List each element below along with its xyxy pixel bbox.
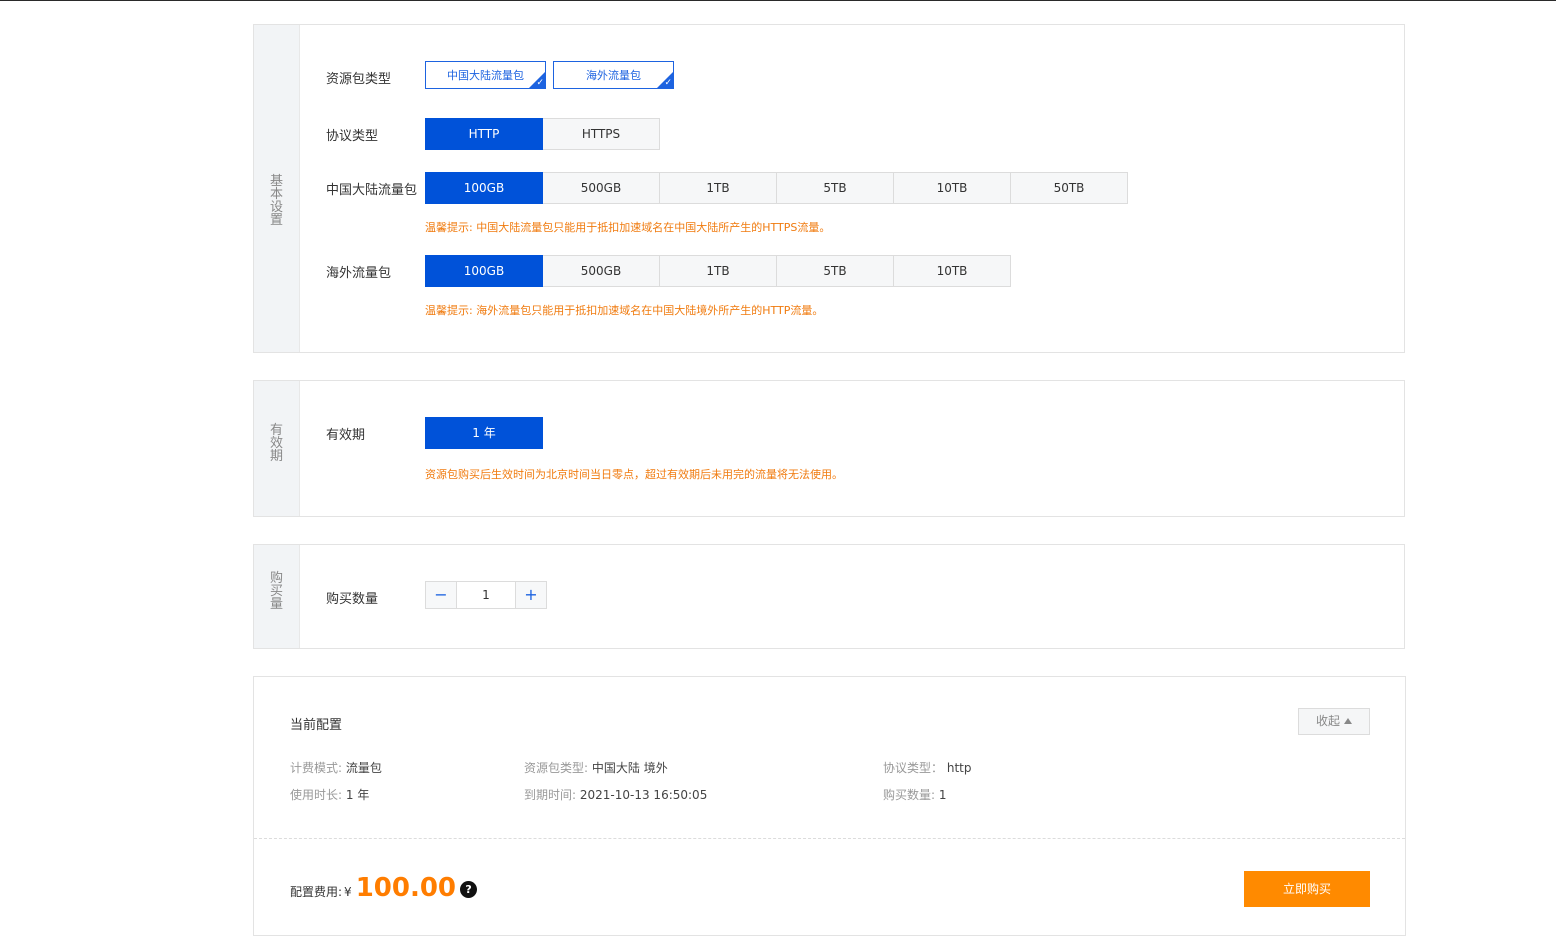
overseas-size-selector: 100GB 500GB 1TB 5TB 10TB: [425, 255, 1011, 287]
protocol-label: 协议类型: [326, 129, 379, 144]
config-fee: 配置费用: ¥ 100.00 ?: [290, 873, 478, 909]
mainland-size-option[interactable]: 1TB: [659, 172, 777, 204]
pkg-type-mainland-text: 中国大陆流量包: [447, 69, 524, 82]
check-icon: ✓: [664, 78, 672, 88]
mainland-size-option[interactable]: 50TB: [1010, 172, 1128, 204]
section-side-label: 基本设置: [269, 174, 283, 228]
mainland-size-option[interactable]: 500GB: [542, 172, 660, 204]
mainland-size-option[interactable]: 5TB: [776, 172, 894, 204]
pkg-type-info: 资源包类型: 中国大陆 境外: [524, 759, 668, 776]
fee-amount: 100.00: [355, 873, 457, 903]
overseas-hint: 温馨提示: 海外流量包只能用于抵扣加速域名在中国大陆境外所产生的HTTP流量。: [425, 304, 824, 317]
pkg-type-label: 资源包类型: [326, 72, 392, 87]
pkg-type-mainland-option[interactable]: 中国大陆流量包 ✓: [425, 61, 546, 89]
mainland-pkg-label: 中国大陆流量包: [326, 183, 418, 198]
duration-value: 1 年: [345, 788, 370, 802]
section-sidebar: 有效期: [254, 381, 300, 516]
overseas-size-option[interactable]: 5TB: [776, 255, 894, 287]
validity-label: 有效期: [326, 428, 366, 443]
increment-button[interactable]: +: [516, 582, 546, 608]
validity-panel: 有效期 有效期 1 年 资源包购买后生效时间为北京时间当日零点，超过有效期后未用…: [253, 380, 1405, 517]
pkg-type-overseas-text: 海外流量包: [586, 69, 641, 82]
expire-info: 到期时间: 2021-10-13 16:50:05: [524, 786, 707, 803]
buy-now-button[interactable]: 立即购买: [1244, 871, 1370, 907]
pkg-type-info-value: 中国大陆 境外: [591, 761, 668, 775]
validity-option-1-year[interactable]: 1 年: [425, 417, 543, 449]
overseas-size-option[interactable]: 100GB: [425, 255, 543, 287]
fee-label: 配置费用:: [290, 885, 343, 899]
section-side-label: 有效期: [269, 423, 283, 464]
top-border: [0, 0, 1556, 1]
billing-mode-label: 计费模式:: [290, 761, 343, 775]
qty-info-label: 购买数量:: [883, 788, 936, 802]
triangle-up-icon: [1344, 717, 1352, 724]
qty-info: 购买数量: 1: [883, 786, 947, 803]
section-sidebar: 基本设置: [254, 25, 300, 352]
validity-hint: 资源包购买后生效时间为北京时间当日零点，超过有效期后未用完的流量将无法使用。: [425, 468, 843, 481]
overseas-pkg-label: 海外流量包: [326, 266, 392, 281]
current-config-panel: 当前配置 收起 计费模式: 流量包 资源包类型: 中国大陆 境外 协议类型： h…: [253, 676, 1406, 936]
collapse-label: 收起: [1315, 714, 1340, 728]
expire-value: 2021-10-13 16:50:05: [579, 788, 708, 802]
protocol-info-value: http: [946, 761, 972, 775]
section-sidebar: 购买量: [254, 545, 300, 648]
validity-selector: 1 年: [425, 417, 543, 449]
billing-mode-value: 流量包: [345, 761, 382, 775]
qty-info-value: 1: [938, 788, 947, 802]
pkg-type-overseas-option[interactable]: 海外流量包 ✓: [553, 61, 674, 89]
quantity-label: 购买数量: [326, 592, 379, 607]
mainland-size-option[interactable]: 100GB: [425, 172, 543, 204]
quantity-panel: 购买量 购买数量 − 1 +: [253, 544, 1405, 649]
quantity-input[interactable]: 1: [456, 582, 516, 608]
basic-settings-panel: 基本设置 资源包类型 中国大陆流量包 ✓ 海外流量包 ✓ 协议类型 HTTP H…: [253, 24, 1405, 353]
overseas-size-option[interactable]: 10TB: [893, 255, 1011, 287]
protocol-info-label: 协议类型：: [883, 761, 944, 775]
help-icon[interactable]: ?: [460, 881, 478, 898]
overseas-size-option[interactable]: 1TB: [659, 255, 777, 287]
pkg-type-info-label: 资源包类型:: [524, 761, 589, 775]
current-config-title: 当前配置: [290, 718, 343, 733]
expire-label: 到期时间:: [524, 788, 577, 802]
section-side-label: 购买量: [269, 571, 283, 612]
check-icon: ✓: [536, 78, 544, 88]
quantity-stepper: − 1 +: [425, 581, 547, 609]
duration-info: 使用时长: 1 年: [290, 786, 369, 803]
divider: [254, 838, 1405, 839]
currency-symbol: ¥: [344, 885, 352, 899]
duration-label: 使用时长:: [290, 788, 343, 802]
decrement-button[interactable]: −: [426, 582, 456, 608]
collapse-button[interactable]: 收起: [1298, 708, 1370, 735]
mainland-size-option[interactable]: 10TB: [893, 172, 1011, 204]
protocol-option-https[interactable]: HTTPS: [542, 118, 660, 150]
protocol-option-http[interactable]: HTTP: [425, 118, 543, 150]
billing-mode-info: 计费模式: 流量包: [290, 759, 382, 776]
mainland-size-selector: 100GB 500GB 1TB 5TB 10TB 50TB: [425, 172, 1128, 204]
mainland-hint: 温馨提示: 中国大陆流量包只能用于抵扣加速域名在中国大陆所产生的HTTPS流量。: [425, 221, 831, 234]
protocol-selector: HTTP HTTPS: [425, 118, 660, 150]
overseas-size-option[interactable]: 500GB: [542, 255, 660, 287]
protocol-info: 协议类型： http: [883, 759, 971, 776]
